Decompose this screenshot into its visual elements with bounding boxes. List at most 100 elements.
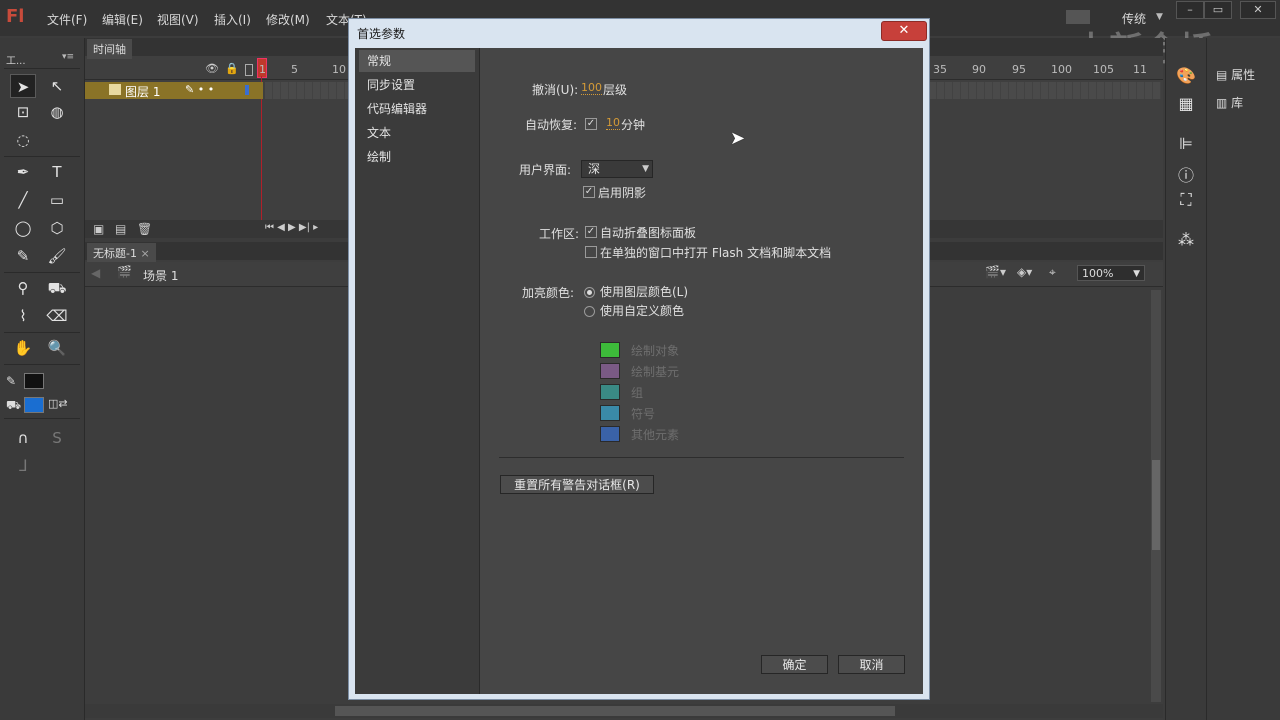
tab-timeline[interactable]: 时间轴 <box>87 39 132 59</box>
text-tool-icon[interactable]: T <box>44 160 70 184</box>
divider <box>1206 38 1207 720</box>
autorecover-minutes-input[interactable]: 10 <box>606 116 620 130</box>
category-drawing[interactable]: 绘制 <box>359 146 475 168</box>
autorecover-unit: 分钟 <box>621 118 646 132</box>
panel-menu-icon[interactable]: ▾≡ <box>62 52 74 62</box>
separate-window-label: 在单独的窗口中打开 Flash 文档和脚本文档 <box>600 246 832 260</box>
undo-unit: 层级 <box>603 83 628 97</box>
menu-modify[interactable]: 修改(M) <box>266 11 310 28</box>
custom-color-label: 使用自定义颜色 <box>600 304 685 318</box>
category-text[interactable]: 文本 <box>359 122 475 144</box>
new-folder-icon[interactable]: ▤ <box>115 222 126 236</box>
category-general[interactable]: 常规 <box>359 50 475 72</box>
divider <box>4 418 80 419</box>
swap-colors-icon[interactable]: ◫⇄ <box>48 397 68 410</box>
menu-view[interactable]: 视图(V) <box>157 11 199 28</box>
fill-color-swatch[interactable] <box>24 397 44 413</box>
edit-symbol-icon[interactable]: ◈▾ <box>1017 265 1032 279</box>
menu-edit[interactable]: 编辑(E) <box>102 11 143 28</box>
playback-controls-icon[interactable]: ⏮ ◀ ▶ ▶| ▸ <box>265 222 318 233</box>
snap-magnet-icon[interactable]: ∩ <box>10 426 36 450</box>
info-icon[interactable]: ⓘ <box>1166 162 1206 186</box>
reset-warnings-button[interactable]: 重置所有警告对话框(R) <box>500 475 654 494</box>
delete-layer-icon[interactable]: 🗑 <box>137 222 152 236</box>
other-elements-label: 其他元素 <box>631 428 680 442</box>
chevron-down-icon: ▼ <box>642 164 649 174</box>
layer-color-radio[interactable] <box>584 287 595 298</box>
drawing-object-label: 绘制对象 <box>631 344 680 358</box>
lock-icon[interactable]: 🔒 <box>225 62 239 75</box>
tools-title: 工... <box>6 56 26 67</box>
line-tool-icon[interactable]: ╱ <box>10 188 36 212</box>
maximize-button[interactable]: ▭ <box>1204 1 1232 19</box>
outline-icon[interactable] <box>245 64 253 76</box>
swatches-icon[interactable]: ▦ <box>1166 94 1206 113</box>
close-icon[interactable]: × <box>140 247 149 260</box>
oval-tool-icon[interactable]: ◯ <box>10 216 36 240</box>
eye-icon[interactable]: 👁 <box>205 62 219 75</box>
new-layer-icon[interactable]: ▣ <box>93 222 104 236</box>
cancel-button[interactable]: 取消 <box>838 655 905 674</box>
back-arrow-icon[interactable]: ◀ <box>91 266 100 280</box>
ui-theme-select[interactable]: 深 ▼ <box>581 160 653 178</box>
color-palette-icon[interactable]: 🎨 <box>1166 66 1206 85</box>
stage-vertical-scrollbar[interactable] <box>1151 290 1161 702</box>
center-stage-icon[interactable]: ⌖ <box>1049 265 1056 280</box>
document-tab-label: 无标题-1 <box>93 247 137 260</box>
3d-rotation-icon[interactable]: ◍ <box>44 100 70 124</box>
library-panel-button[interactable]: ▥ 库 <box>1216 94 1243 111</box>
menu-insert[interactable]: 插入(I) <box>214 11 251 28</box>
lasso-icon[interactable]: ◌ <box>10 128 36 152</box>
hand-icon[interactable]: ✋ <box>10 336 36 360</box>
selection-tool-icon[interactable]: ➤ <box>10 74 36 98</box>
scrollbar-thumb[interactable] <box>335 706 895 716</box>
zoom-icon[interactable]: 🔍 <box>44 336 70 360</box>
pencil-icon[interactable]: ✎ <box>10 244 36 268</box>
window-close-button[interactable]: ✕ <box>1240 1 1276 19</box>
tab-document[interactable]: 无标题-1 × <box>87 243 156 263</box>
polystar-tool-icon[interactable]: ⬡ <box>44 216 70 240</box>
ruler-label: 90 <box>972 63 986 76</box>
straighten-icon: ᒧ <box>18 457 28 475</box>
rectangle-tool-icon[interactable]: ▭ <box>44 188 70 212</box>
dialog-close-button[interactable]: ✕ <box>881 21 927 41</box>
eyedropper-icon[interactable]: ⌇ <box>10 304 36 328</box>
paint-bucket-icon[interactable]: ⛟ <box>44 276 70 300</box>
custom-color-radio[interactable] <box>584 306 595 317</box>
undo-levels-input[interactable]: 100 <box>581 81 602 95</box>
auto-collapse-checkbox[interactable]: ✓ <box>585 226 597 238</box>
zoom-value: 100% <box>1082 267 1114 280</box>
align-icon[interactable]: ⊫ <box>1166 134 1206 153</box>
layer-row[interactable]: 图层 1 ✎ • • <box>85 82 263 99</box>
separate-window-checkbox[interactable] <box>585 246 597 258</box>
components-icon[interactable]: ⁂ <box>1166 230 1206 249</box>
edit-scene-icon[interactable]: 🎬▾ <box>985 265 1006 279</box>
eraser-icon[interactable]: ⌫ <box>44 304 70 328</box>
properties-panel-button[interactable]: ▤ 属性 <box>1216 66 1255 83</box>
chevron-down-icon: ▼ <box>1156 12 1163 22</box>
divider <box>4 332 80 333</box>
stage-horizontal-scrollbar[interactable] <box>85 704 1163 718</box>
minimize-button[interactable]: – <box>1176 1 1204 19</box>
category-sync[interactable]: 同步设置 <box>359 74 475 96</box>
pen-icon[interactable]: ✒ <box>10 160 36 184</box>
autorecover-checkbox[interactable]: ✓ <box>585 118 597 130</box>
shadow-checkbox[interactable]: ✓ <box>583 186 595 198</box>
stroke-color-swatch[interactable] <box>24 373 44 389</box>
category-list: 常规 同步设置 代码编辑器 文本 绘制 <box>355 48 480 694</box>
zoom-select[interactable]: 100% ▼ <box>1077 265 1145 281</box>
other-elements-swatch <box>600 426 620 442</box>
scrollbar-thumb[interactable] <box>1152 460 1160 550</box>
subselection-tool-icon[interactable]: ↖ <box>44 74 70 98</box>
transform-icon[interactable]: ⛶ <box>1166 190 1206 210</box>
free-transform-icon[interactable]: ⊡ <box>10 100 36 124</box>
ruler-label: 1 <box>259 63 266 76</box>
library-icon: ▥ <box>1216 96 1232 110</box>
ok-button[interactable]: 确定 <box>761 655 828 674</box>
category-code-editor[interactable]: 代码编辑器 <box>359 98 475 120</box>
menu-file[interactable]: 文件(F) <box>47 11 87 28</box>
bone-tool-icon[interactable]: ⚲ <box>10 276 36 300</box>
group-swatch <box>600 384 620 400</box>
scene-name: 场景 1 <box>143 269 179 283</box>
brush-icon[interactable]: 🖌 <box>44 244 70 268</box>
